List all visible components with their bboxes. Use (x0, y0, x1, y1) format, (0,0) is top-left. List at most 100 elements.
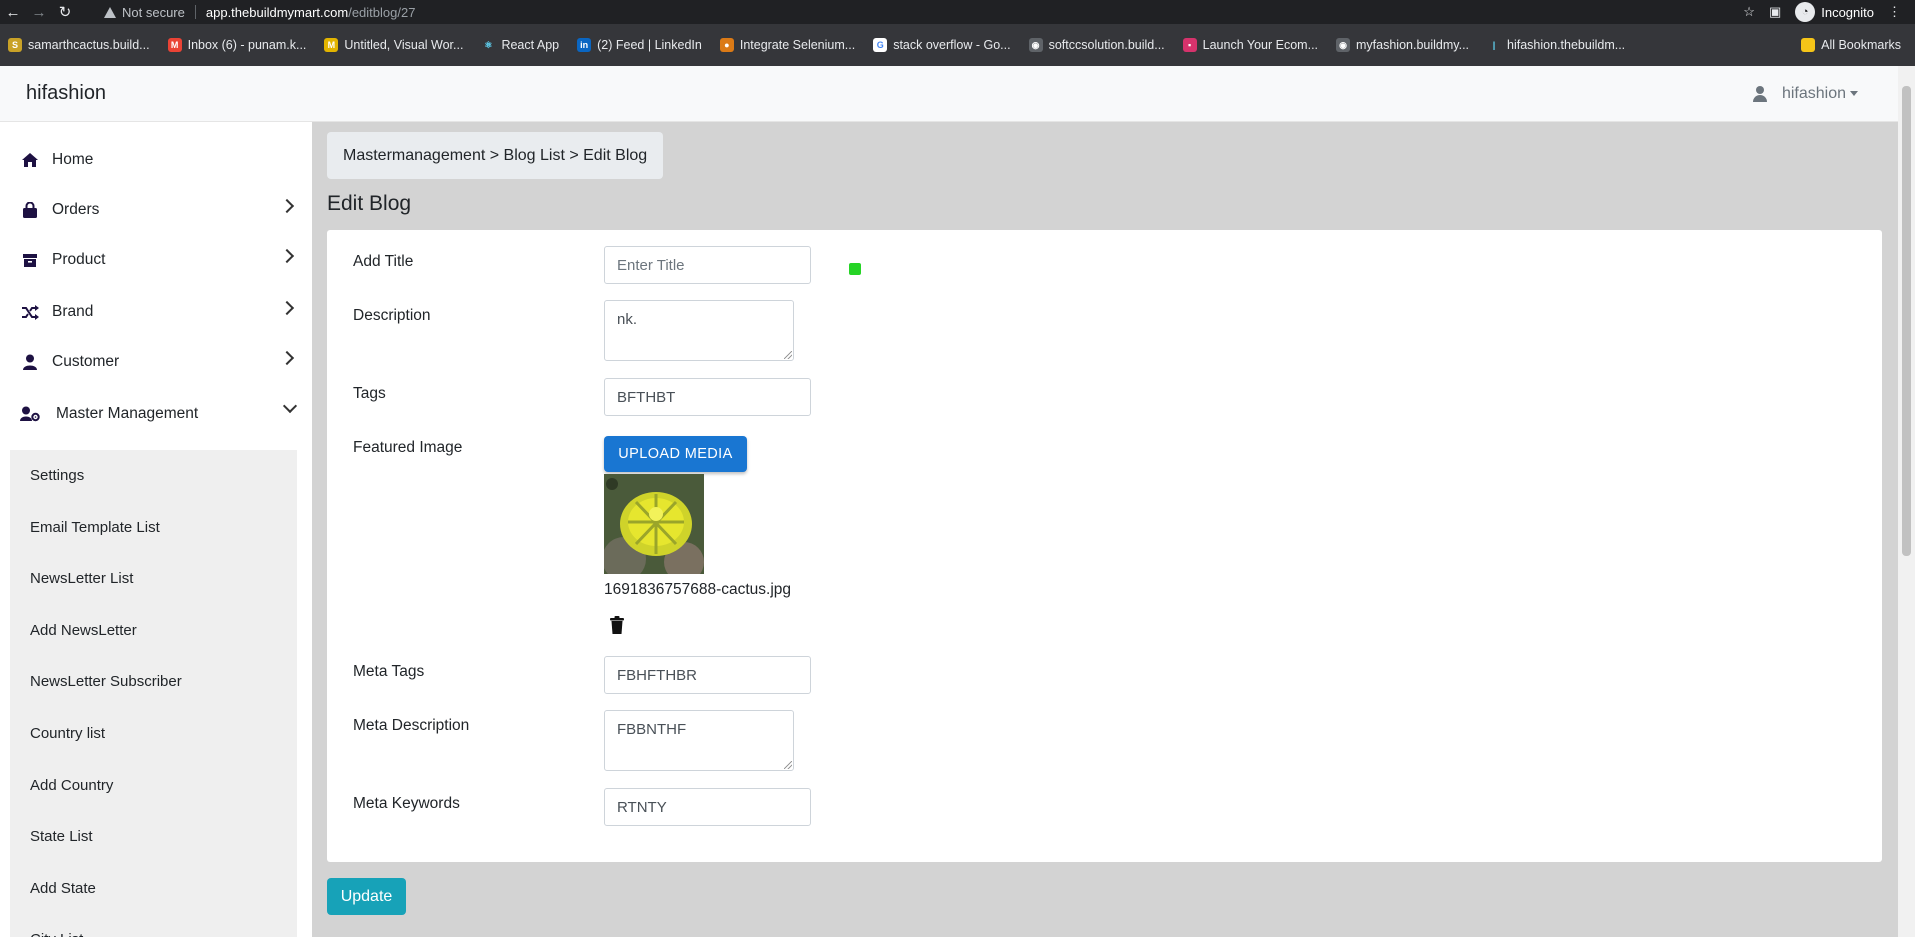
bookmark-item[interactable]: ▪ Launch Your Ecom... (1182, 38, 1318, 52)
meta-tags-input[interactable]: FBHFTHBR (604, 656, 811, 694)
bookmark-favicon-icon: ◉ (1336, 38, 1351, 52)
incognito-badge[interactable]: ◔ Incognito (1795, 2, 1874, 22)
address-bar[interactable]: Not secure app.thebuildmymart.com/editbl… (104, 0, 415, 24)
bookmark-item[interactable]: ◉ softccsolution.build... (1028, 38, 1165, 52)
bookmark-favicon-icon: S (8, 38, 22, 52)
bookmark-item[interactable]: M Untitled, Visual Wor... (324, 38, 463, 52)
meta-description-textarea[interactable]: FBBNTHF (604, 710, 794, 771)
resize-handle-icon[interactable] (784, 761, 792, 769)
bookmark-favicon-icon: in (577, 38, 592, 52)
bookmark-item[interactable]: in (2) Feed | LinkedIn (577, 38, 702, 52)
box-icon (20, 251, 40, 269)
bookmark-item[interactable]: | hifashion.thebuildm... (1487, 38, 1625, 52)
bookmark-item[interactable]: ● Integrate Selenium... (719, 38, 855, 52)
edit-blog-form: Add Title Enter Title Description nk. Ta… (327, 230, 1882, 862)
submenu-item[interactable]: City List (10, 914, 297, 937)
user-name: hifashion (1781, 85, 1846, 102)
meta-tags-label: Meta Tags (353, 663, 425, 680)
sidebar-item-orders[interactable]: Orders (0, 185, 312, 235)
not-secure-label: Not secure (122, 4, 185, 20)
sidebar-item-master-management[interactable]: Master Management (0, 389, 312, 439)
bookmark-favicon-icon: M (324, 38, 339, 52)
sidebar: Home Orders Product Brand Customer Maste… (0, 122, 312, 937)
trash-icon[interactable] (610, 616, 624, 634)
page-title: Edit Blog (327, 192, 412, 215)
folder-icon (1801, 38, 1816, 52)
update-button[interactable]: Update (327, 878, 406, 915)
bookmark-favicon-icon: G (873, 38, 888, 52)
shuffle-icon (20, 303, 40, 321)
chevron-right-icon (279, 300, 295, 316)
title-input[interactable]: Enter Title (604, 246, 811, 284)
upload-media-button[interactable]: UPLOAD MEDIA (604, 436, 747, 472)
bookmark-label: (2) Feed | LinkedIn (597, 38, 702, 52)
url-path: /editblog/27 (348, 4, 416, 20)
bookmark-favicon-icon: ● (719, 38, 734, 52)
user-icon (1752, 86, 1768, 102)
incognito-icon: ◔ (1795, 2, 1816, 22)
meta-keywords-input[interactable]: RTNTY (604, 788, 811, 826)
warning-icon (104, 6, 116, 18)
sidebar-item-label: Master Management (56, 405, 199, 422)
bookmark-label: softccsolution.build... (1048, 38, 1165, 52)
submenu-item[interactable]: NewsLetter Subscriber (10, 656, 297, 707)
sidebar-item-label: Product (52, 251, 106, 268)
meta-description-label: Meta Description (353, 717, 470, 734)
main-content: Mastermanagement > Blog List > Edit Blog… (312, 122, 1898, 937)
bookmark-label: samarthcactus.build... (28, 38, 150, 52)
all-bookmarks[interactable]: All Bookmarks (1801, 24, 1901, 66)
submenu-item[interactable]: State List (10, 811, 297, 862)
description-textarea[interactable]: nk. (604, 300, 794, 361)
title-label: Add Title (353, 253, 414, 270)
bookmark-item[interactable]: ⚛ React App (481, 38, 559, 52)
meta-description-value: FBBNTHF (617, 721, 687, 738)
forward-icon[interactable]: → (26, 0, 52, 24)
brand-logo[interactable]: hifashion (26, 82, 106, 105)
chevron-right-icon (279, 198, 295, 214)
bookmark-item[interactable]: Gstack overflow - Go... (873, 38, 1011, 52)
incognito-label: Incognito (1821, 4, 1874, 20)
bookmark-star-icon[interactable]: ☆ (1743, 4, 1755, 20)
side-panel-icon[interactable]: ▣ (1769, 4, 1781, 20)
bookmark-favicon-icon: ▪ (1182, 38, 1197, 52)
sidebar-item-product[interactable]: Product (0, 235, 312, 285)
submenu-item[interactable]: Country list (10, 708, 297, 759)
submenu-item[interactable]: NewsLetter List (10, 553, 297, 604)
all-bookmarks-label: All Bookmarks (1821, 38, 1901, 52)
sidebar-item-label: Customer (52, 353, 120, 370)
app-header: hifashion hifashion (0, 66, 1898, 122)
submenu-item[interactable]: Add State (10, 863, 297, 914)
description-label: Description (353, 307, 431, 324)
browser-toolbar: ← → ↻ Not secure app.thebuildmymart.com/… (0, 0, 1915, 24)
submenu-item[interactable]: Add NewsLetter (10, 605, 297, 656)
sidebar-item-customer[interactable]: Customer (0, 337, 312, 387)
bookmark-favicon-icon: | (1487, 38, 1502, 52)
bookmark-label: myfashion.buildmy... (1356, 38, 1470, 52)
chevron-down-icon (282, 398, 298, 414)
sidebar-item-home[interactable]: Home (0, 135, 312, 185)
reload-icon[interactable]: ↻ (52, 0, 78, 24)
featured-image-thumbnail (604, 474, 704, 574)
submenu-item[interactable]: Add Country (10, 760, 297, 811)
submenu-item[interactable]: Email Template List (10, 502, 297, 553)
browser-menu-icon[interactable]: ⋮ (1888, 4, 1901, 20)
bookmark-label: hifashion.thebuildm... (1507, 38, 1626, 52)
sidebar-item-brand[interactable]: Brand (0, 287, 312, 337)
page-scrollbar[interactable] (1898, 66, 1915, 937)
submenu-item[interactable]: Settings (10, 450, 297, 501)
chevron-right-icon (279, 248, 295, 264)
back-icon[interactable]: ← (0, 0, 26, 24)
bookmark-item[interactable]: M Inbox (6) - punam.k... (167, 38, 306, 52)
home-icon (20, 151, 40, 169)
chevron-right-icon (279, 350, 295, 366)
tags-input[interactable]: BFTHBT (604, 378, 811, 416)
bookmarks-bar: Ssamarthcactus.build... M Inbox (6) - puna… (0, 24, 1915, 66)
user-menu[interactable]: hifashion (1752, 66, 1858, 122)
bookmark-label: Untitled, Visual Wor... (344, 38, 464, 52)
scrollbar-thumb[interactable] (1902, 86, 1911, 556)
bookmark-item[interactable]: Ssamarthcactus.build... (8, 38, 150, 52)
bookmark-favicon-icon: M (167, 38, 182, 52)
url-divider (194, 5, 196, 19)
bookmark-item[interactable]: ◉ myfashion.buildmy... (1336, 38, 1469, 52)
resize-handle-icon[interactable] (784, 351, 792, 359)
